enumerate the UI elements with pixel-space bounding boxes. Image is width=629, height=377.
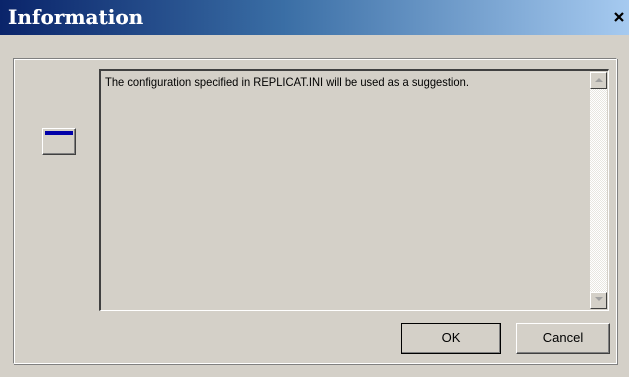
cancel-button[interactable]: Cancel <box>516 323 610 354</box>
title-bar[interactable]: Information <box>0 0 629 35</box>
message-text: The configuration specified in REPLICAT.… <box>105 75 469 89</box>
arrow-up-icon <box>594 78 603 82</box>
window-icon-title-bar <box>45 131 73 135</box>
arrow-down-icon <box>594 297 603 301</box>
information-dialog: Information The configuration specified … <box>0 0 629 377</box>
vertical-scrollbar[interactable] <box>590 72 607 309</box>
ok-button[interactable]: OK <box>401 323 501 354</box>
close-icon <box>614 12 624 22</box>
window-icon <box>42 128 76 155</box>
scroll-down-button[interactable] <box>590 292 607 309</box>
close-button[interactable] <box>611 7 627 29</box>
message-textbox[interactable]: The configuration specified in REPLICAT.… <box>99 69 609 311</box>
dialog-title: Information <box>8 5 144 29</box>
scroll-up-button[interactable] <box>590 72 607 89</box>
